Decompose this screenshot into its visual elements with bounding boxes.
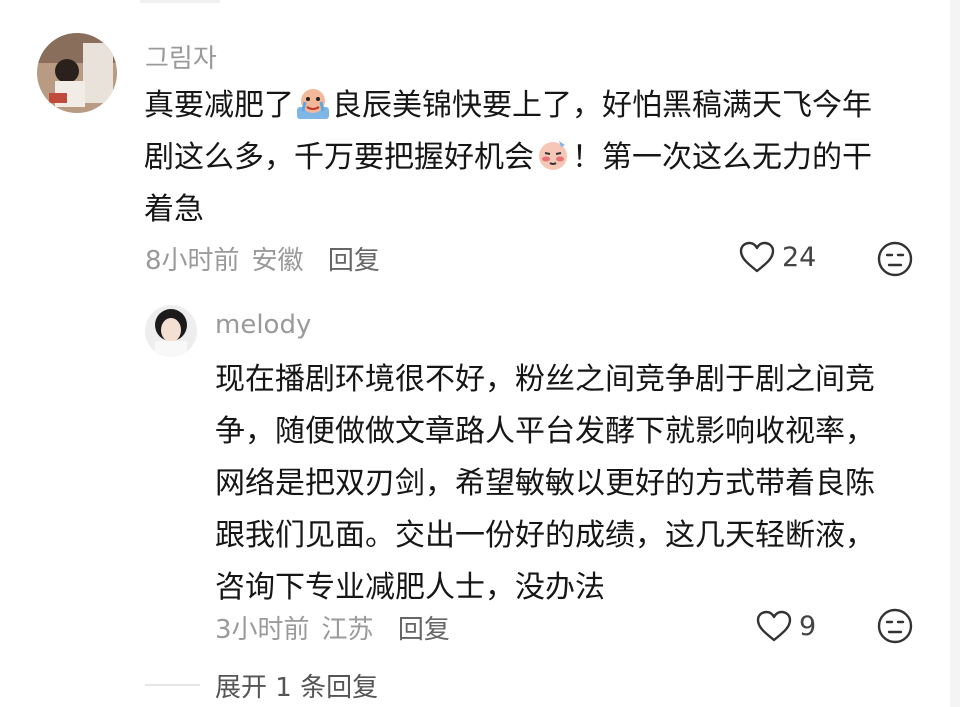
neutral-face-icon — [877, 241, 913, 277]
reply-react-button[interactable] — [876, 607, 914, 645]
comment-like-count: 24 — [782, 241, 817, 273]
comment-meta: 8小时前 安徽 回复 — [145, 240, 380, 277]
reply-reply-button[interactable]: 回复 — [398, 615, 450, 645]
reply-avatar[interactable] — [145, 305, 197, 357]
comment-text-part: 良辰美锦快要上了，好怕黑稿满天飞今年 — [332, 88, 872, 123]
avatar[interactable] — [37, 33, 117, 113]
comment-text-part: 剧这么多，千万要把握好机会 — [144, 140, 534, 175]
reply-text-line: 咨询下专业减肥人士，没办法 — [215, 570, 605, 605]
comment-username[interactable]: 그림자 — [145, 38, 217, 75]
blushing-emoji-icon — [535, 137, 571, 173]
reply-text-line: 网络是把双刃剑，希望敏敏以更好的方式带着良陈 — [215, 466, 875, 501]
reply-username[interactable]: melody — [215, 310, 311, 340]
comment-text-line: 着急 — [144, 192, 204, 227]
expand-divider — [145, 684, 200, 686]
reply-like-button[interactable]: 9 — [755, 609, 816, 643]
comment-text: 真要减肥了 良辰美锦快要上了，好怕黑稿满天飞今年 剧这么多，千万要把握好机会 ！第一… — [144, 80, 872, 236]
reply-text-line: 现在播剧环境很不好，粉丝之间竞争剧于剧之间竞 — [215, 362, 875, 397]
reply-text: 现在播剧环境很不好，粉丝之间竞争剧于剧之间竞 争，随便做做文章路人平台发酵下就影… — [215, 354, 875, 614]
neutral-face-icon — [877, 608, 913, 644]
comment-like-button[interactable]: 24 — [738, 240, 816, 274]
reply-time: 3小时前 — [215, 615, 310, 645]
crying-emoji-icon — [295, 85, 331, 121]
heart-icon — [739, 241, 775, 273]
reply-location: 江苏 — [321, 615, 374, 645]
comment-location: 安徽 — [251, 246, 304, 276]
reply-text-line: 争，随便做做文章路人平台发酵下就影响收视率， — [215, 414, 875, 449]
reply-like-count: 9 — [799, 610, 817, 642]
scroll-edge — [950, 0, 960, 707]
comment-text-line: 真要减肥了 良辰美锦快要上了，好怕黑稿满天飞今年 — [144, 80, 872, 132]
heart-icon — [756, 610, 792, 642]
reply-meta: 3小时前 江苏 回复 — [215, 609, 450, 646]
comment-reply-button[interactable]: 回复 — [328, 246, 380, 276]
expand-replies-button[interactable]: 展开 1 条回复 — [215, 667, 378, 704]
comment-text-part: 真要减肥了 — [144, 88, 294, 123]
comment-text-part: ！第一次这么无力的干 — [572, 140, 872, 175]
reply-text-line: 跟我们见面。交出一份好的成绩，这几天轻断液， — [215, 518, 875, 553]
top-divider — [140, 0, 220, 3]
comment-text-line: 剧这么多，千万要把握好机会 ！第一次这么无力的干 — [144, 132, 872, 184]
comment-react-button[interactable] — [876, 240, 914, 278]
comment-time: 8小时前 — [145, 246, 240, 276]
